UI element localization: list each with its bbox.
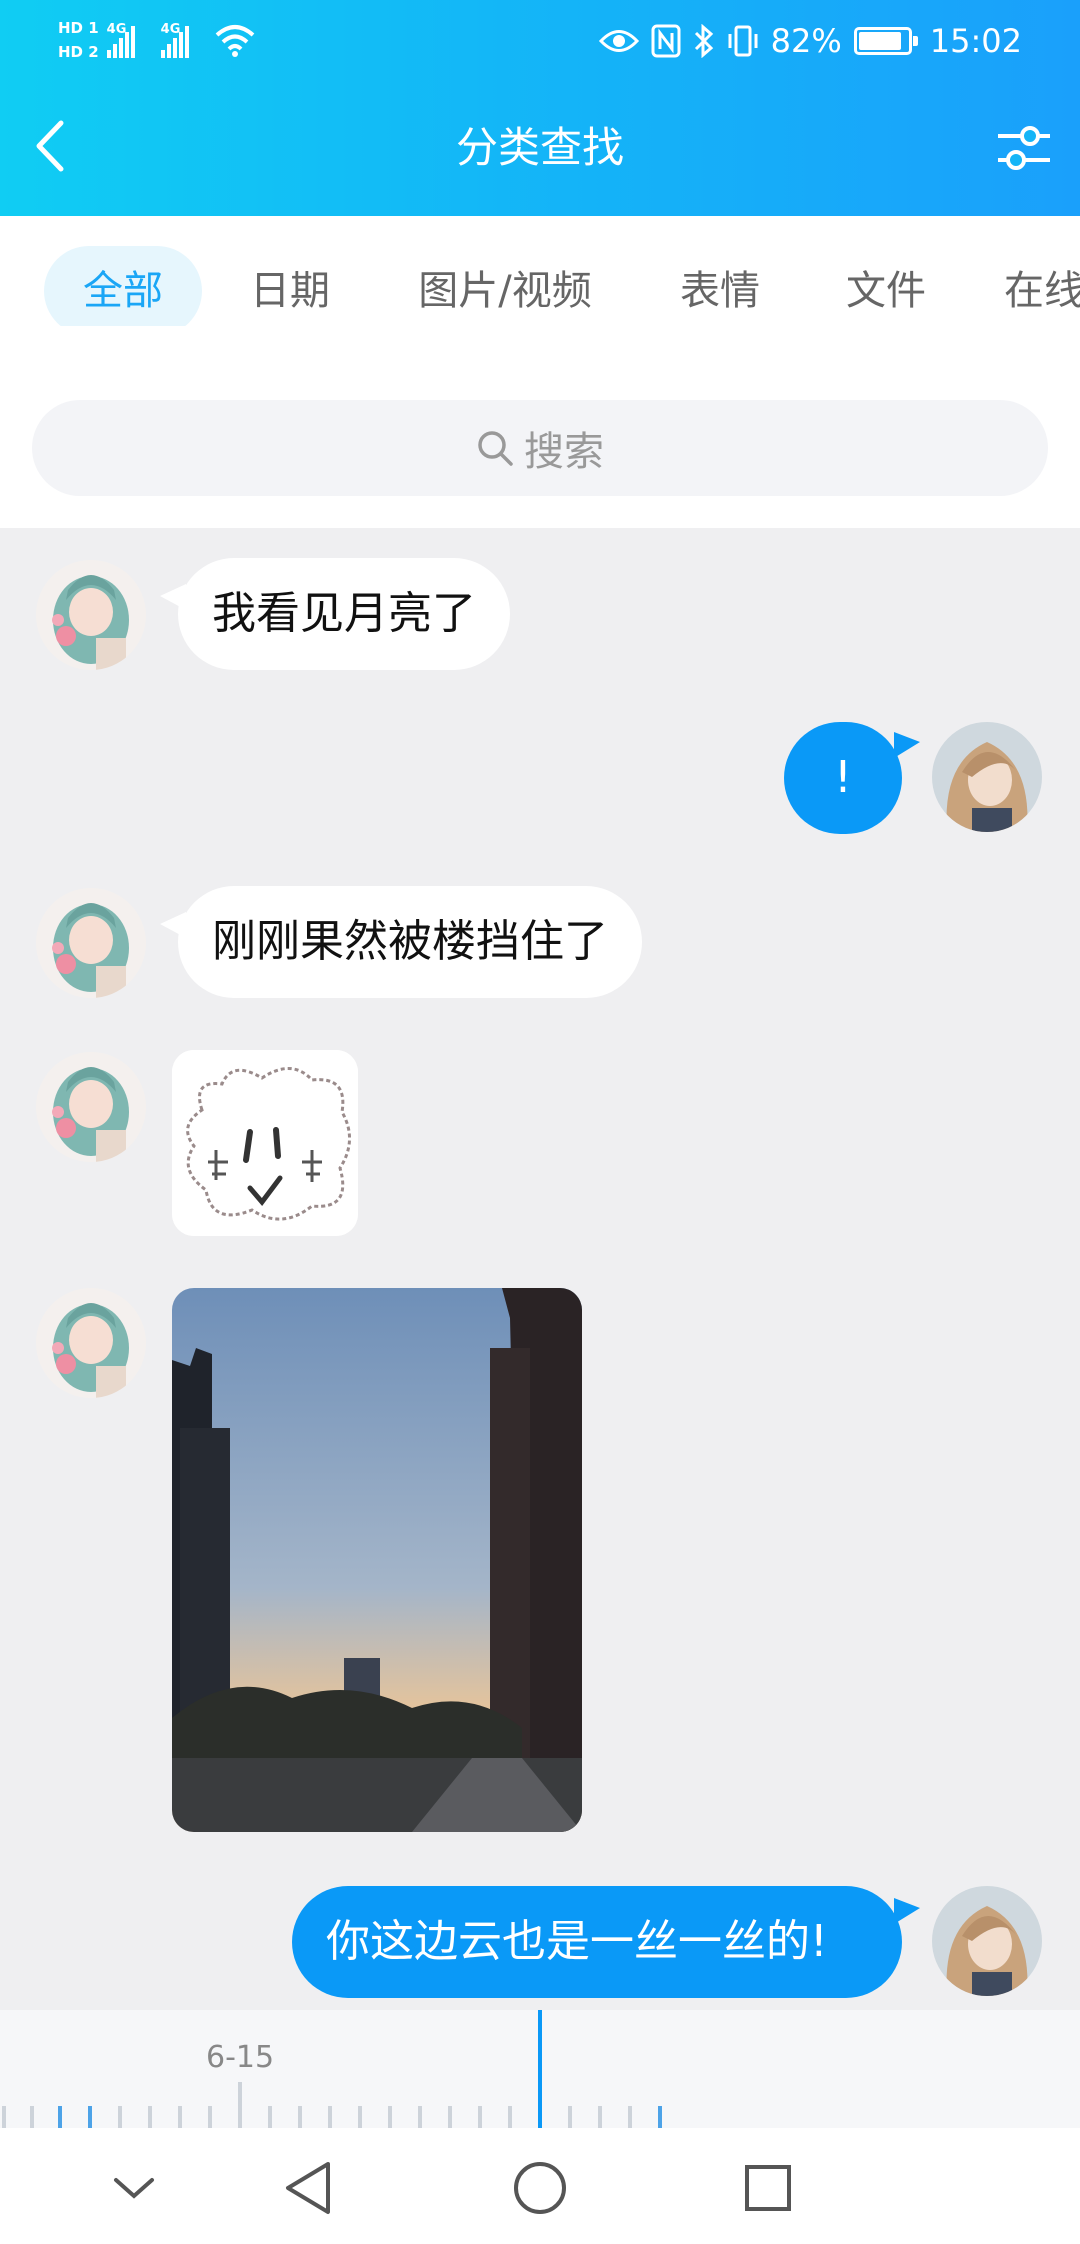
chat-history: 我看见月亮了 ! 刚刚果然被楼挡住了 你这边云也是一丝一丝的! <box>0 528 1080 2010</box>
status-bar: HD 1 HD 2 4G 4G 82% 15:02 <box>0 0 1080 84</box>
category-tabs: 全部 日期 图片/视频 表情 文件 在线 <box>0 246 1080 326</box>
contact-avatar[interactable] <box>36 1288 146 1398</box>
tab-online[interactable]: 在线 <box>1004 246 1080 326</box>
bubble-tail <box>894 1898 920 1924</box>
sim-labels: HD 1 HD 2 <box>58 17 99 63</box>
battery-icon <box>853 27 918 55</box>
message-bubble[interactable]: 我看见月亮了 <box>178 558 510 670</box>
eye-icon <box>598 30 639 52</box>
nav-back-button[interactable] <box>272 2152 344 2224</box>
signal-1-icon: 4G <box>106 22 153 58</box>
vibrate-icon <box>728 25 758 57</box>
sliders-icon <box>998 126 1050 170</box>
recent-square-icon <box>745 2165 791 2211</box>
system-nav-bar <box>0 2128 1080 2244</box>
contact-avatar[interactable] <box>36 888 146 998</box>
title-bar: 分类查找 <box>0 84 1080 216</box>
my-avatar[interactable] <box>932 722 1042 832</box>
status-right: 82% 15:02 <box>598 10 1022 72</box>
search-icon <box>478 431 513 466</box>
filter-area: 全部 日期 图片/视频 表情 文件 在线 搜索 <box>0 216 1080 528</box>
filter-button[interactable] <box>988 112 1060 184</box>
nav-home-button[interactable] <box>504 2152 576 2224</box>
timeline-cursor[interactable] <box>538 2010 542 2128</box>
search-input[interactable]: 搜索 <box>32 400 1048 496</box>
status-left: HD 1 HD 2 4G 4G <box>58 10 255 70</box>
timeline-date-label: 6-15 <box>206 2040 275 2075</box>
clock: 15:02 <box>929 22 1022 60</box>
signal-2-icon: 4G <box>160 22 207 58</box>
message-bubble[interactable]: 你这边云也是一丝一丝的! <box>292 1886 902 1998</box>
search-placeholder: 搜索 <box>524 429 604 475</box>
home-circle-icon <box>514 2162 566 2214</box>
nav-recents-button[interactable] <box>732 2152 804 2224</box>
message-bubble[interactable]: ! <box>784 722 902 834</box>
date-timeline-scrubber[interactable]: 6-15 <box>0 2010 1080 2128</box>
wifi-icon <box>215 25 254 57</box>
sticker-message[interactable] <box>172 1050 358 1236</box>
image-message[interactable] <box>172 1288 582 1832</box>
header: HD 1 HD 2 4G 4G 82% 15:02 分类查找 <box>0 0 1080 216</box>
tab-files[interactable]: 文件 <box>826 246 946 326</box>
message-bubble[interactable]: 刚刚果然被楼挡住了 <box>178 886 642 998</box>
battery-percent: 82% <box>770 22 842 60</box>
contact-avatar[interactable] <box>36 1052 146 1162</box>
hide-nav-button[interactable] <box>98 2152 170 2224</box>
tab-images-videos[interactable]: 图片/视频 <box>400 246 610 326</box>
page-title: 分类查找 <box>455 123 624 172</box>
tab-stickers[interactable]: 表情 <box>660 246 780 326</box>
tab-date[interactable]: 日期 <box>230 246 350 326</box>
bubble-tail <box>894 732 920 758</box>
bluetooth-icon <box>694 24 713 58</box>
nfc-icon <box>651 24 681 58</box>
back-triangle-icon <box>286 2162 330 2214</box>
my-avatar[interactable] <box>932 1886 1042 1996</box>
contact-avatar[interactable] <box>36 560 146 670</box>
chevron-down-icon <box>114 2178 154 2199</box>
tab-all[interactable]: 全部 <box>44 246 202 326</box>
sim2-label: HD 2 <box>58 43 99 61</box>
sim1-label: HD 1 <box>58 19 99 37</box>
